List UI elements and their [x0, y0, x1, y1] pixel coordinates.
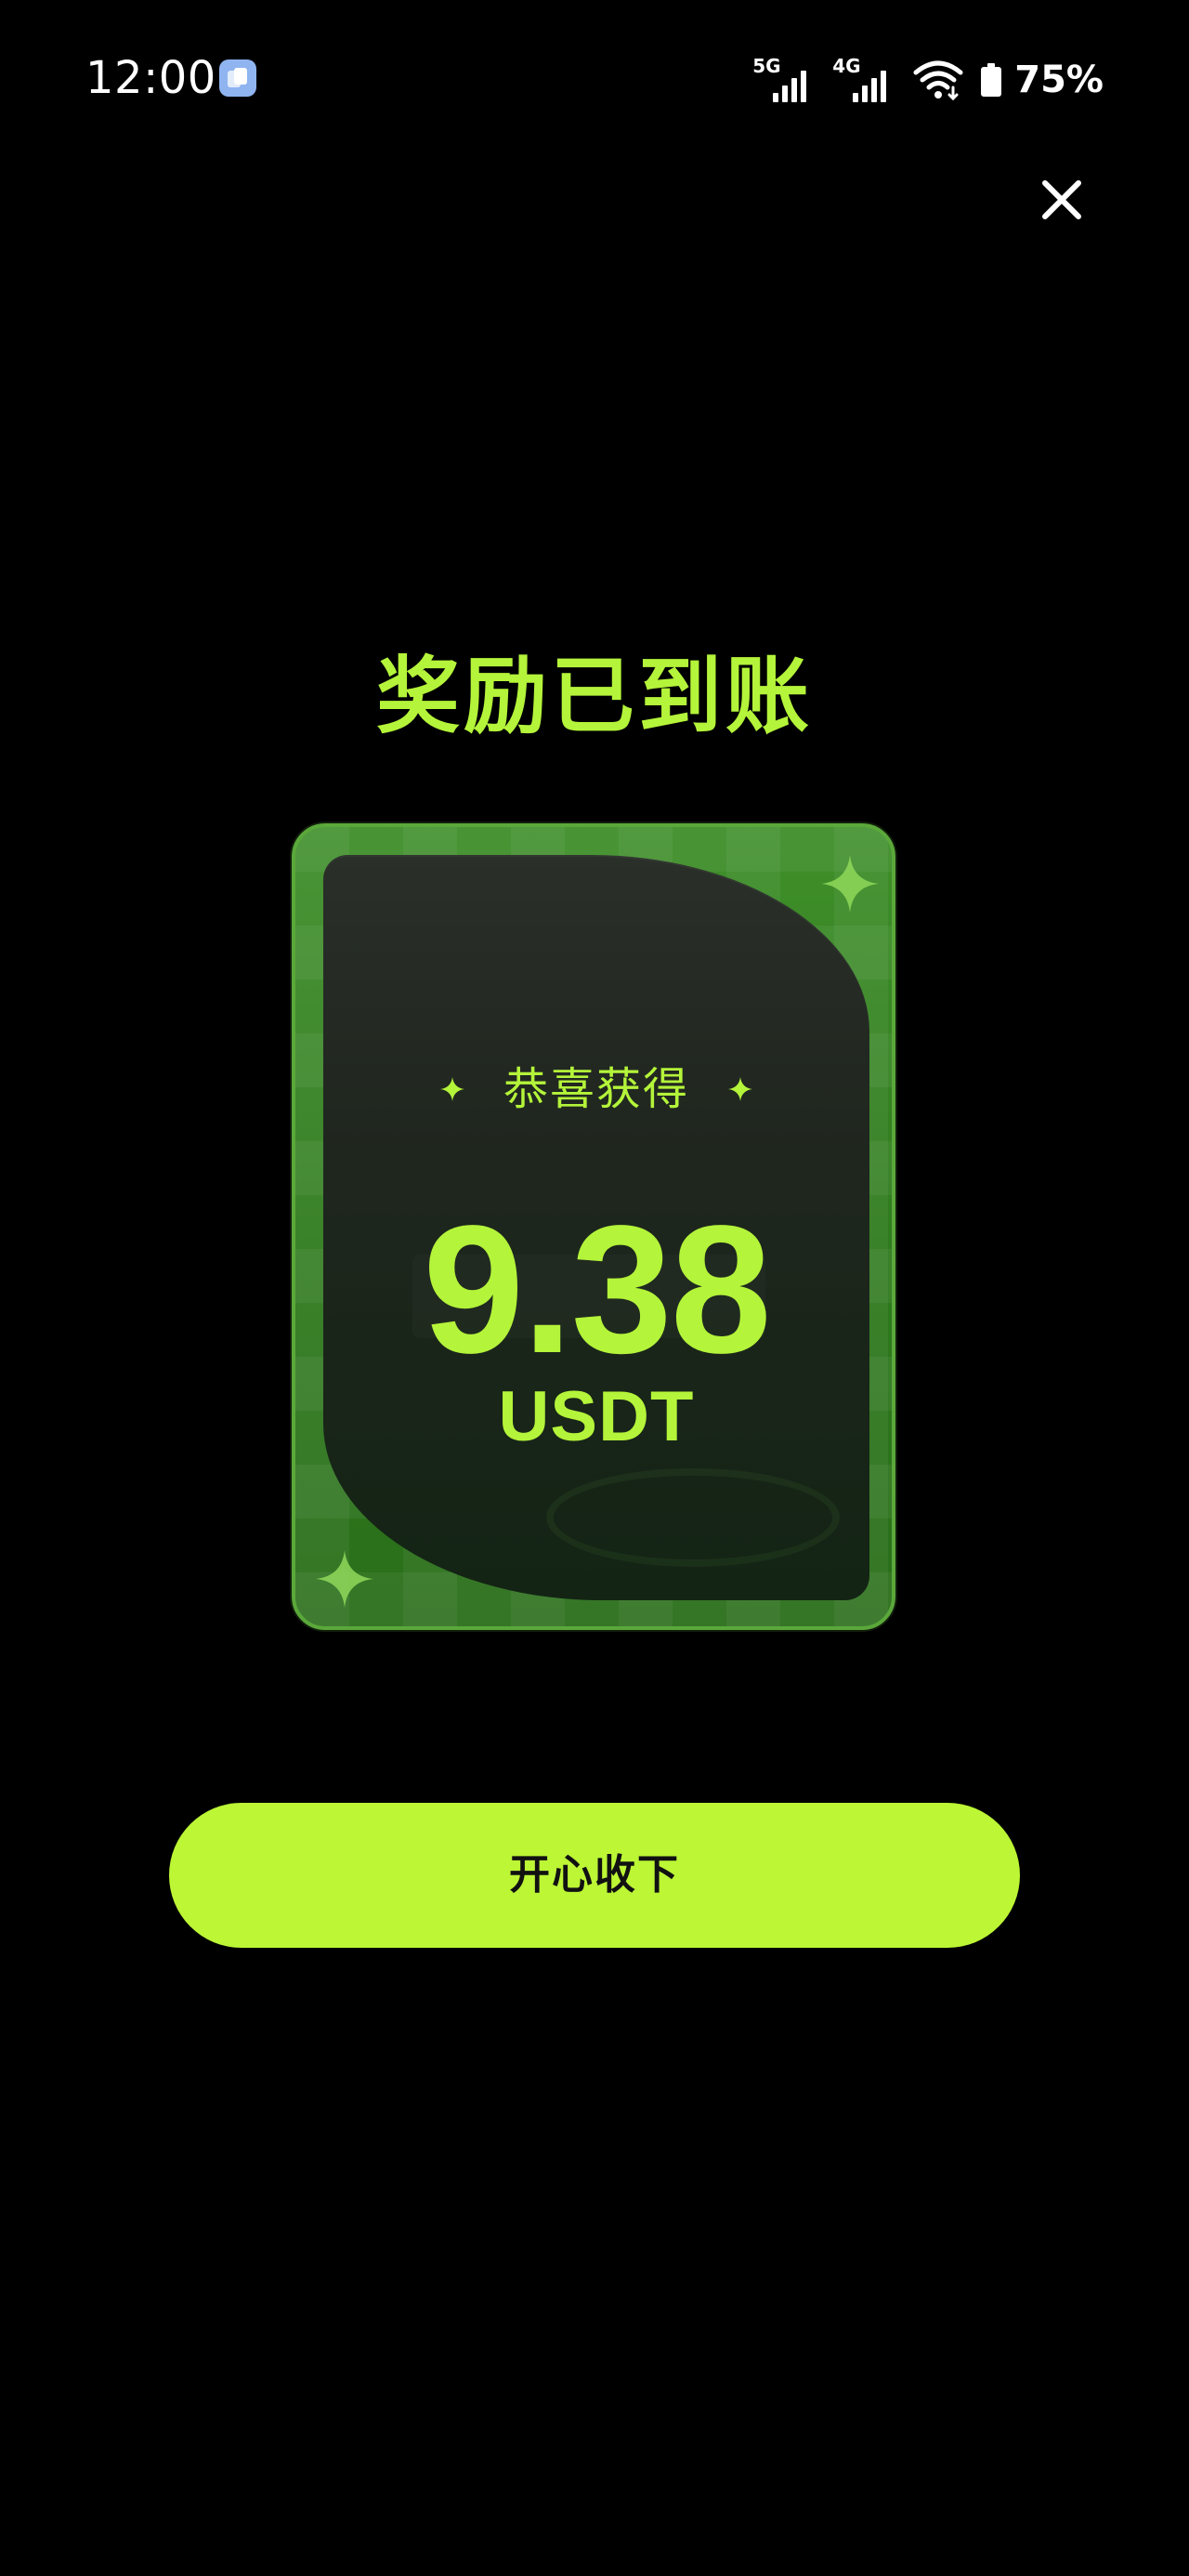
- signal-4g-icon: 4G: [832, 56, 899, 104]
- app-notification-icon: [219, 59, 256, 97]
- accept-reward-button[interactable]: 开心收下: [169, 1803, 1020, 1948]
- status-bar: 12:00 5G 4G 75%: [0, 0, 1189, 158]
- reward-card: 恭喜获得 9.38 USDT: [292, 823, 895, 1630]
- reward-card-inner: 恭喜获得 9.38 USDT: [323, 855, 869, 1600]
- battery-icon: [981, 63, 1002, 97]
- close-icon: [1042, 180, 1081, 219]
- signal-bars: [773, 71, 807, 102]
- sparkle-icon: [821, 855, 879, 913]
- reward-amount: 9.38: [423, 1188, 771, 1391]
- sparkle-icon: [316, 1550, 373, 1608]
- congrats-row: 恭喜获得: [323, 1059, 869, 1119]
- battery-percentage: 75%: [1014, 59, 1104, 101]
- signal-5g-icon: 5G: [752, 56, 819, 104]
- congrats-label: 恭喜获得: [503, 1063, 689, 1115]
- reward-title: 奖励已到账: [376, 648, 813, 745]
- sparkle-icon: [439, 1077, 464, 1101]
- reward-unit: USDT: [498, 1377, 695, 1456]
- signal-bars: [853, 71, 887, 102]
- status-indicators: 5G 4G 75%: [752, 54, 1104, 106]
- status-time: 12:00: [85, 52, 216, 104]
- wifi-icon: [913, 60, 963, 100]
- sparkle-icon: [728, 1077, 752, 1101]
- accept-reward-label: 开心收下: [509, 1852, 680, 1898]
- card-decoration-ellipse: [546, 1468, 840, 1567]
- close-button[interactable]: [1031, 169, 1092, 230]
